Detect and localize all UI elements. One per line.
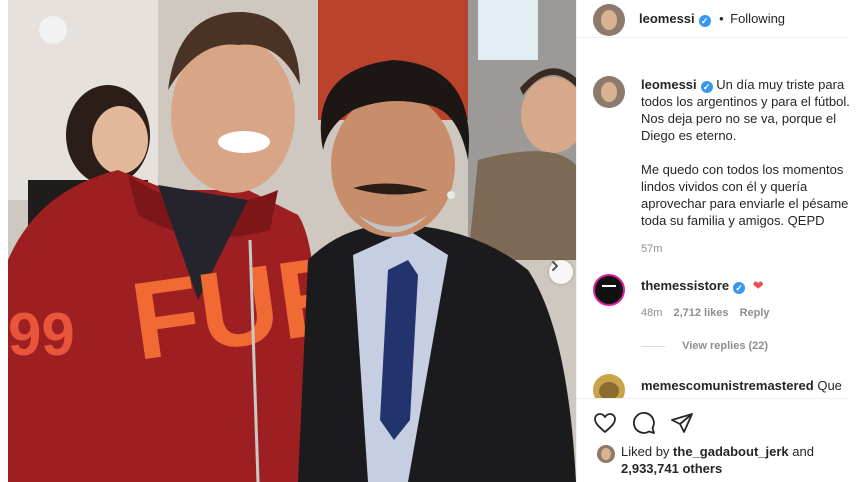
caption-text-line: aprovechar para enviarle el pésame a [641, 196, 850, 211]
next-photo-button[interactable] [549, 260, 573, 284]
post-photo: FUR 99 [8, 0, 576, 482]
liked-by-avatar[interactable] [597, 445, 615, 463]
following-button[interactable]: Following [730, 11, 785, 26]
commenter-avatar[interactable] [593, 274, 625, 306]
verified-badge-icon: ✓ [698, 15, 711, 27]
view-replies-divider [641, 345, 665, 347]
caption-username[interactable]: leomessi [641, 77, 697, 92]
background-window [478, 0, 538, 60]
comment-timestamp[interactable]: 48m [641, 307, 662, 319]
likes-count[interactable]: 2,933,741 others [621, 461, 722, 476]
view-replies-row[interactable]: View replies (22) [641, 340, 768, 352]
bg-woman-face [92, 106, 148, 174]
comment-bubble-icon [633, 412, 655, 434]
chevron-right-icon [552, 261, 558, 271]
comment-username[interactable]: themessistore [641, 278, 729, 293]
caption-author-avatar[interactable] [593, 76, 625, 108]
comment-button[interactable] [632, 411, 656, 440]
post-caption: leomessi ✓ Un día muy triste para todos l… [641, 76, 850, 258]
liked-by-user[interactable]: the_gadabout_jerk [673, 444, 789, 459]
right-frame-edge [849, 0, 857, 482]
comment-text: Que [817, 378, 842, 393]
verified-badge-icon: ✓ [700, 81, 713, 93]
caption-text-line: Diego es eterno. [641, 128, 737, 143]
comment-item: memescomunistremastered Que [641, 378, 842, 393]
comments-list: leomessi ✓ Un día muy triste para todos l… [577, 60, 850, 398]
paper-plane-icon [671, 413, 693, 433]
caption-timestamp[interactable]: 57m [641, 241, 850, 258]
caption-text-line: toda su familia y amigos. QEPD [641, 213, 825, 228]
messi-smile [218, 131, 270, 153]
caption-text-line: lindos vividos con él y quería [641, 179, 808, 194]
photo-illustration: FUR 99 [8, 0, 576, 482]
hoodie-print-number: 99 [8, 301, 75, 368]
maradona-face [331, 93, 455, 237]
caption-text-line: todos los argentinos y para el fútbol. [641, 94, 850, 109]
caption-text-line: Nos deja pero no se va, porque el [641, 111, 837, 126]
liked-by-conjunction: and [792, 444, 814, 459]
comment-username[interactable]: memescomunistremastered [641, 378, 814, 393]
caption-text-line: Me quedo con todos los momentos [641, 162, 844, 177]
caption-text-line: Un día muy triste para [716, 77, 845, 92]
view-replies-button[interactable]: View replies (22) [682, 340, 768, 352]
heart-outline-icon [594, 413, 616, 433]
background-light [39, 16, 67, 44]
header-username[interactable]: leomessi [639, 11, 695, 26]
maradona-earring [447, 191, 455, 199]
liked-by-prefix: Liked by [621, 444, 670, 459]
comment-meta: 48m 2,712 likes Reply [641, 307, 770, 319]
follow-separator: • [719, 11, 724, 26]
like-button[interactable] [593, 411, 617, 440]
caption-line: leomessi ✓ Un día muy triste para [641, 76, 850, 93]
author-avatar[interactable] [593, 4, 625, 36]
left-frame-edge [0, 0, 8, 482]
comment-reply-button[interactable]: Reply [740, 307, 770, 319]
commenter-avatar[interactable] [593, 374, 625, 398]
header-author-row: leomessi ✓ • Following [639, 10, 785, 28]
verified-badge-icon: ✓ [733, 282, 746, 294]
post-header: leomessi ✓ • Following [577, 0, 850, 38]
comment-item: themessistore ✓ ❤ [641, 278, 764, 294]
comment-text: ❤ [752, 278, 764, 293]
share-button[interactable] [670, 411, 694, 440]
likes-summary: Liked by the_gadabout_jerk and 2,933,741… [621, 443, 814, 477]
post-side-panel: leomessi ✓ • Following leomessi ✓ Un día m… [576, 0, 850, 482]
comment-like-count[interactable]: 2,712 likes [673, 307, 728, 319]
